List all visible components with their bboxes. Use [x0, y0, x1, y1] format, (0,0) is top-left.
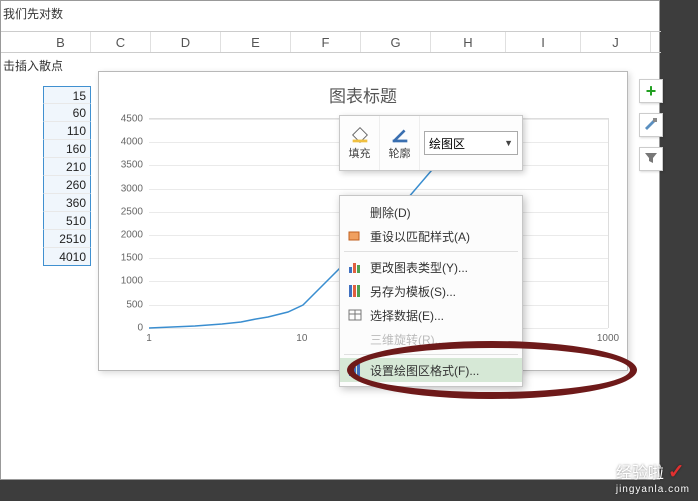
y-tick: 1500	[113, 253, 143, 264]
context-menu: 删除(D) 重设以匹配样式(A) 更改图表类型(Y)... 另存为模板(S)..…	[339, 195, 523, 387]
x-tick: 1000	[597, 333, 619, 344]
spreadsheet-area: 我们先对数 击插入散点 B C D E F G H I J 15 60 110 …	[0, 0, 660, 480]
y-tick: 1000	[113, 276, 143, 287]
col-header-D[interactable]: D	[151, 32, 221, 52]
cell[interactable]: 110	[43, 122, 91, 140]
menu-change-chart-type[interactable]: 更改图表类型(Y)...	[340, 255, 522, 279]
cell[interactable]: 60	[43, 104, 91, 122]
x-tick: 10	[296, 333, 307, 344]
y-tick: 3000	[113, 183, 143, 194]
outline-label: 轮廓	[389, 145, 411, 161]
truncated-text-2: 击插入散点	[3, 57, 63, 74]
reset-icon	[346, 227, 364, 245]
col-header-E[interactable]: E	[221, 32, 291, 52]
check-icon: ✓	[668, 461, 685, 483]
pen-icon	[389, 125, 411, 145]
y-tick: 500	[113, 299, 143, 310]
cell[interactable]: 15	[43, 86, 91, 104]
cell[interactable]: 510	[43, 212, 91, 230]
blank-icon	[346, 203, 364, 221]
rotation-icon	[346, 330, 364, 348]
y-tick: 4000	[113, 137, 143, 148]
logo-text: 经验啦	[616, 465, 664, 482]
menu-delete[interactable]: 删除(D)	[340, 200, 522, 224]
selected-element-label: 绘图区	[429, 135, 465, 152]
chart-styles-button[interactable]	[639, 113, 663, 137]
chart-filter-button[interactable]	[639, 147, 663, 171]
brush-icon	[643, 116, 659, 135]
menu-label: 另存为模板(S)...	[370, 283, 456, 300]
cell[interactable]: 360	[43, 194, 91, 212]
fill-button[interactable]: 填充	[340, 116, 380, 170]
funnel-icon	[644, 151, 658, 168]
chart-elements-button[interactable]: +	[639, 79, 663, 103]
table-icon	[346, 306, 364, 324]
cell[interactable]: 160	[43, 140, 91, 158]
chart-element-selector[interactable]: 绘图区 ▼	[420, 116, 522, 170]
fill-label: 填充	[349, 145, 371, 161]
cell[interactable]: 210	[43, 158, 91, 176]
cell[interactable]: 4010	[43, 248, 91, 266]
col-header-F[interactable]: F	[291, 32, 361, 52]
mini-toolbar: 填充 轮廓 绘图区 ▼	[339, 115, 523, 171]
col-header-J[interactable]: J	[581, 32, 651, 52]
menu-reset-style[interactable]: 重设以匹配样式(A)	[340, 224, 522, 248]
y-tick: 2500	[113, 206, 143, 217]
column-headers: B C D E F G H I J	[1, 31, 661, 53]
y-tick: 3500	[113, 160, 143, 171]
menu-label: 选择数据(E)...	[370, 307, 444, 324]
menu-label: 重设以匹配样式(A)	[370, 228, 470, 245]
paint-bucket-icon	[349, 125, 371, 145]
data-column-B[interactable]: 15 60 110 160 210 260 360 510 2510 4010	[43, 86, 91, 266]
chevron-down-icon: ▼	[504, 138, 513, 148]
logo-url: jingyanla.com	[616, 484, 690, 495]
bar-chart-icon	[346, 258, 364, 276]
menu-save-as-template[interactable]: 另存为模板(S)...	[340, 279, 522, 303]
y-tick: 2000	[113, 229, 143, 240]
menu-label: 删除(D)	[370, 204, 411, 221]
menu-label: 三维旋转(R)...	[370, 331, 445, 348]
menu-separator	[344, 354, 518, 355]
chart-side-buttons: +	[639, 79, 663, 171]
menu-separator	[344, 251, 518, 252]
menu-3d-rotation[interactable]: 三维旋转(R)...	[340, 327, 522, 351]
y-tick: 4500	[113, 114, 143, 125]
x-tick: 1	[146, 333, 152, 344]
watermark-logo: 经验啦 ✓ jingyanla.com	[616, 459, 690, 495]
chart-title[interactable]: 图表标题	[99, 72, 627, 113]
truncated-text-1: 我们先对数	[3, 5, 63, 22]
col-header-C[interactable]: C	[91, 32, 151, 52]
col-header-I[interactable]: I	[506, 32, 581, 52]
col-header-H[interactable]: H	[431, 32, 506, 52]
cell[interactable]: 2510	[43, 230, 91, 248]
menu-select-data[interactable]: 选择数据(E)...	[340, 303, 522, 327]
col-header-B[interactable]: B	[31, 32, 91, 52]
outline-button[interactable]: 轮廓	[380, 116, 420, 170]
y-tick: 0	[113, 323, 143, 334]
menu-label: 更改图表类型(Y)...	[370, 259, 468, 276]
menu-label: 设置绘图区格式(F)...	[370, 362, 479, 379]
plus-icon: +	[646, 82, 657, 100]
format-icon	[346, 361, 364, 379]
col-header-G[interactable]: G	[361, 32, 431, 52]
menu-format-plot-area[interactable]: 设置绘图区格式(F)...	[340, 358, 522, 382]
template-icon	[346, 282, 364, 300]
cell[interactable]: 260	[43, 176, 91, 194]
